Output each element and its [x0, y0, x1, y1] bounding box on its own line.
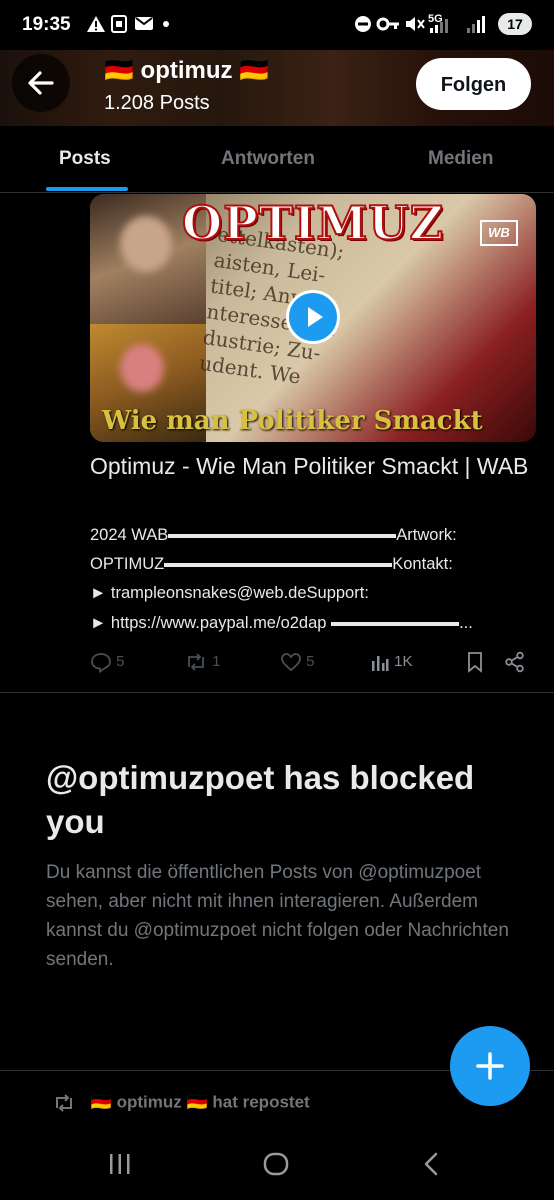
wb-logo: WB — [480, 220, 518, 246]
repost-indicator: 🇩🇪 optimuz 🇩🇪 hat repostet — [52, 1092, 310, 1118]
plus-icon — [476, 1052, 504, 1080]
post-title[interactable]: Optimuz - Wie Man Politiker Smackt | WAB — [90, 450, 540, 482]
repost-button[interactable]: 1 — [184, 650, 221, 674]
recent-apps-button[interactable] — [106, 1150, 134, 1183]
battery-indicator: 17 — [498, 13, 532, 35]
system-navigation-bar — [0, 1130, 554, 1200]
bookmark-button[interactable] — [466, 650, 484, 674]
profile-tabs: Posts Antworten Medien — [0, 126, 554, 193]
tab-media[interactable]: Medien — [428, 148, 493, 170]
signal-icon — [466, 14, 486, 36]
dot-icon — [162, 14, 170, 36]
mute-icon — [404, 14, 426, 36]
repost-label: 🇩🇪 optimuz 🇩🇪 hat repostet — [90, 1092, 310, 1112]
play-button[interactable] — [286, 290, 340, 344]
bookmark-icon — [468, 652, 482, 673]
warning-icon — [86, 14, 106, 36]
post-description-line: 2024 WAB Artwork: — [90, 526, 457, 544]
play-icon — [308, 307, 323, 327]
thumbnail-subtitle: Wie man Politiker Smackt — [102, 406, 483, 436]
post-description-line: OPTIMUZ Kontakt: — [90, 555, 453, 573]
post-count: 1.208 Posts — [104, 92, 210, 114]
share-icon — [505, 651, 524, 673]
heart-icon — [281, 653, 301, 672]
home-button[interactable] — [262, 1150, 290, 1183]
do-not-disturb-icon — [354, 14, 372, 36]
status-bar: 19:35 5G 17 — [0, 0, 554, 50]
follow-button[interactable]: Folgen — [416, 58, 531, 110]
video-thumbnail[interactable]: ettelkasten); aisten, Lei- titel; Anwei … — [90, 194, 536, 442]
blocked-title: @optimuzpoet has blocked you — [46, 759, 475, 840]
like-button[interactable]: 5 — [280, 650, 315, 674]
repost-icon — [188, 653, 204, 671]
repost-icon — [56, 1094, 72, 1112]
like-count: 5 — [306, 653, 315, 670]
system-back-button[interactable] — [418, 1150, 446, 1183]
recent-apps-icon — [110, 1154, 130, 1174]
tab-posts[interactable]: Posts — [59, 148, 111, 170]
thumbnail-title: OPTIMUZ — [181, 195, 445, 251]
mail-icon — [134, 14, 154, 36]
blurred-face — [120, 216, 172, 272]
back-button[interactable] — [12, 54, 70, 112]
post-description-line: ► trampleonsnakes@web.deSupport: — [90, 584, 369, 602]
divider — [0, 692, 554, 693]
blocked-description: Du kannst die öffentlichen Posts von @op… — [46, 862, 509, 970]
reply-button[interactable]: 5 — [90, 650, 125, 674]
active-tab-indicator — [46, 187, 128, 191]
status-time: 19:35 — [22, 14, 71, 35]
chevron-left-icon — [424, 1152, 438, 1176]
views-button[interactable]: 1K — [370, 650, 413, 674]
profile-header: 🇩🇪 optimuz 🇩🇪 1.208 Posts Folgen — [0, 42, 554, 126]
profile-name: 🇩🇪 optimuz 🇩🇪 — [104, 57, 270, 84]
key-icon — [376, 14, 400, 36]
repost-count: 1 — [212, 653, 221, 670]
reply-count: 5 — [116, 653, 125, 670]
home-icon — [263, 1152, 289, 1176]
share-button[interactable] — [504, 650, 526, 674]
view-count: 1K — [394, 653, 413, 670]
post-description-line: ► https://www.paypal.me/o2dap ... — [90, 614, 473, 632]
reply-icon — [91, 653, 111, 674]
screenshot-icon — [110, 14, 128, 36]
arrow-left-icon — [28, 71, 54, 95]
compose-button[interactable] — [450, 1026, 530, 1106]
analytics-icon — [372, 656, 389, 672]
tab-replies[interactable]: Antworten — [221, 148, 315, 170]
blurred-face — [120, 344, 164, 392]
